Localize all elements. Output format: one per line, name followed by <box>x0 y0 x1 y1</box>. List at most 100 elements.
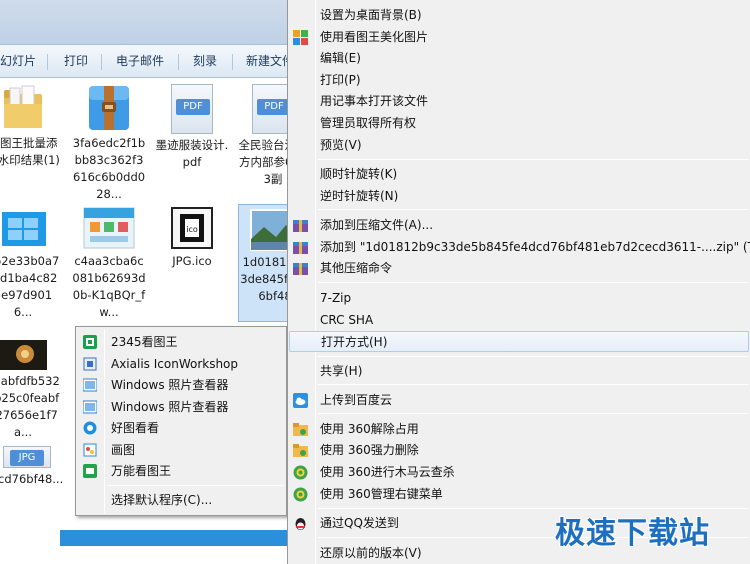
toolbar-email-button[interactable]: 电子邮件 <box>116 45 164 78</box>
shield-360-icon <box>293 487 308 502</box>
submenu-item-label: 画图 <box>111 443 136 457</box>
file-item[interactable]: JPG dcd76bf48... <box>0 446 64 488</box>
image-thumbnail-icon <box>0 206 48 250</box>
explorer-status-strip <box>60 530 300 546</box>
menu-item-take-ownership[interactable]: 管理员取得所有权 <box>289 113 749 134</box>
file-item[interactable]: b62e33b0a7f1d1ba4c825e97d9016... <box>0 206 60 321</box>
file-type-tag: JPG <box>10 450 44 466</box>
menu-item-label: CRC SHA <box>320 313 374 327</box>
menu-item-label: 7-Zip <box>320 291 352 305</box>
menu-item-crc-sha[interactable]: CRC SHA <box>289 310 749 331</box>
menu-item-label: 上传到百度云 <box>320 393 393 407</box>
jpg-file-icon: JPG <box>3 446 51 468</box>
menu-item-label: 打印(P) <box>320 73 361 87</box>
context-menu: 设置为桌面背景(B) 使用看图王美化图片 编辑(E) 打印(P) 用记事本打开该… <box>287 0 750 564</box>
menu-item-label: 其他压缩命令 <box>320 261 393 275</box>
menu-item-share[interactable]: 共享(H) <box>289 361 749 382</box>
photo-viewer-icon <box>82 378 98 392</box>
menu-item-label: 设置为桌面背景(B) <box>320 8 422 22</box>
file-name: 墨迹服装设计.pdf <box>155 138 229 169</box>
axialis-icon <box>83 357 97 371</box>
menu-item-label: 使用 360进行木马云查杀 <box>320 465 455 479</box>
menu-item-360-unlock[interactable]: 使用 360解除占用 <box>289 419 749 440</box>
submenu-item-label: 万能看图王 <box>111 464 172 478</box>
menu-item-upload-baidu[interactable]: 上传到百度云 <box>289 390 749 411</box>
2345-viewer-icon <box>83 335 97 349</box>
archive-icon <box>293 240 308 255</box>
menu-item-open-notepad[interactable]: 用记事本打开该文件 <box>289 91 749 112</box>
menu-item-label: 还原以前的版本(V) <box>320 546 422 560</box>
menu-item-label: 使用看图王美化图片 <box>320 30 429 44</box>
menu-item-open-with[interactable]: 打开方式(H) <box>289 331 749 352</box>
menu-item-beautify[interactable]: 使用看图王美化图片 <box>289 27 749 48</box>
toolbar-separator <box>232 54 233 70</box>
menu-item-label: 编辑(E) <box>320 51 361 65</box>
menu-item-label: 共享(H) <box>320 364 363 378</box>
explorer-toolbar: 幻灯片 打印 电子邮件 刻录 新建文件 <box>0 44 300 78</box>
submenu-item-label: 选择默认程序(C)... <box>111 493 213 507</box>
menu-item-label: 添加到 "1d01812b9c33de5b845fe4dcd76bf481eb7… <box>320 240 750 254</box>
photo-viewer-icon <box>82 400 98 414</box>
submenu-item-choose-default[interactable]: 选择默认程序(C)... <box>78 490 284 511</box>
submenu-item-haotu[interactable]: 好图看看 <box>78 418 284 439</box>
image-thumbnail-icon <box>82 206 136 250</box>
menu-item-preview[interactable]: 预览(V) <box>289 135 749 156</box>
file-item[interactable]: 3fa6edc2f1bbb83c362f3616c6b0dd028... <box>72 84 146 203</box>
menu-item-other-archive-commands[interactable]: 其他压缩命令 <box>289 258 749 279</box>
baidu-cloud-icon <box>293 393 308 408</box>
submenu-item-label: Windows 照片查看器 <box>111 378 229 392</box>
menu-item-label: 使用 360强力删除 <box>320 443 419 457</box>
file-type-tag: PDF <box>257 99 291 115</box>
menu-item-add-to-zip[interactable]: 添加到 "1d01812b9c33de5b845fe4dcd76bf481eb7… <box>289 237 750 258</box>
toolbar-burn-button[interactable]: 刻录 <box>193 45 217 78</box>
menu-item-360-trojan-scan[interactable]: 使用 360进行木马云查杀 <box>289 462 749 483</box>
menu-item-label: 打开方式(H) <box>321 335 388 349</box>
menu-item-7zip[interactable]: 7-Zip <box>289 288 749 309</box>
open-with-submenu: 2345看图王 Axialis IconWorkshop Windows 照片查… <box>75 326 287 516</box>
menu-item-label: 用记事本打开该文件 <box>320 94 429 108</box>
file-item[interactable]: 25abfdfb5324b25c0feabf827656e1f7a... <box>0 340 60 441</box>
file-type-tag: PDF <box>176 99 210 115</box>
toolbar-print-button[interactable]: 打印 <box>64 45 88 78</box>
menu-item-360-manage-menu[interactable]: 使用 360管理右键菜单 <box>289 484 749 505</box>
ico-file-icon: ico <box>170 206 214 250</box>
menu-item-add-to-archive[interactable]: 添加到压缩文件(A)... <box>289 215 749 236</box>
file-name: b62e33b0a7f1d1ba4c825e97d9016... <box>0 254 60 319</box>
menu-item-label: 预览(V) <box>320 138 362 152</box>
submenu-item-axialis[interactable]: Axialis IconWorkshop <box>78 354 284 375</box>
submenu-item-photo-viewer[interactable]: Windows 照片查看器 <box>78 397 284 418</box>
submenu-item-photo-viewer[interactable]: Windows 照片查看器 <box>78 375 284 396</box>
menu-separator <box>318 413 748 414</box>
submenu-item-label: 好图看看 <box>111 421 160 435</box>
menu-item-rotate-clockwise[interactable]: 顺时针旋转(K) <box>289 164 749 185</box>
svg-text:ico: ico <box>186 225 198 234</box>
submenu-item-2345-viewer[interactable]: 2345看图王 <box>78 332 284 353</box>
qq-icon <box>293 516 308 531</box>
menu-item-rotate-counterclockwise[interactable]: 逆时针旋转(N) <box>289 186 749 207</box>
menu-item-360-force-delete[interactable]: 使用 360强力删除 <box>289 440 749 461</box>
menu-item-set-wallpaper[interactable]: 设置为桌面背景(B) <box>289 5 749 26</box>
file-item[interactable]: c4aa3cba6c081b62693d0b-K1qBQr_fw... <box>72 206 146 321</box>
toolbar-separator <box>178 54 179 70</box>
menu-separator <box>318 282 748 283</box>
paint-icon <box>83 443 97 457</box>
menu-item-print[interactable]: 打印(P) <box>289 70 749 91</box>
toolbar-slideshow-button[interactable]: 幻灯片 <box>0 45 36 78</box>
menu-item-edit[interactable]: 编辑(E) <box>289 48 749 69</box>
file-item[interactable]: PDF 墨迹服装设计.pdf <box>155 84 229 171</box>
file-item[interactable]: 看图王批量添加水印结果(1) <box>0 84 60 169</box>
haotu-icon <box>83 421 97 435</box>
explorer-title-band <box>0 0 300 44</box>
file-name: 25abfdfb5324b25c0feabf827656e1f7a... <box>0 374 60 439</box>
menu-item-label: 逆时针旋转(N) <box>320 189 399 203</box>
archive-icon <box>293 261 308 276</box>
submenu-item-paint[interactable]: 画图 <box>78 440 284 461</box>
folder-icon <box>2 84 44 132</box>
site-watermark: 极速下载站 <box>555 516 710 551</box>
submenu-item-wanneng-viewer[interactable]: 万能看图王 <box>78 461 284 482</box>
submenu-item-label: Windows 照片查看器 <box>111 400 229 414</box>
submenu-item-label: 2345看图王 <box>111 335 178 349</box>
file-name: JPG.ico <box>172 254 212 268</box>
toolbar-separator <box>47 54 48 70</box>
file-item[interactable]: ico JPG.ico <box>155 206 229 270</box>
